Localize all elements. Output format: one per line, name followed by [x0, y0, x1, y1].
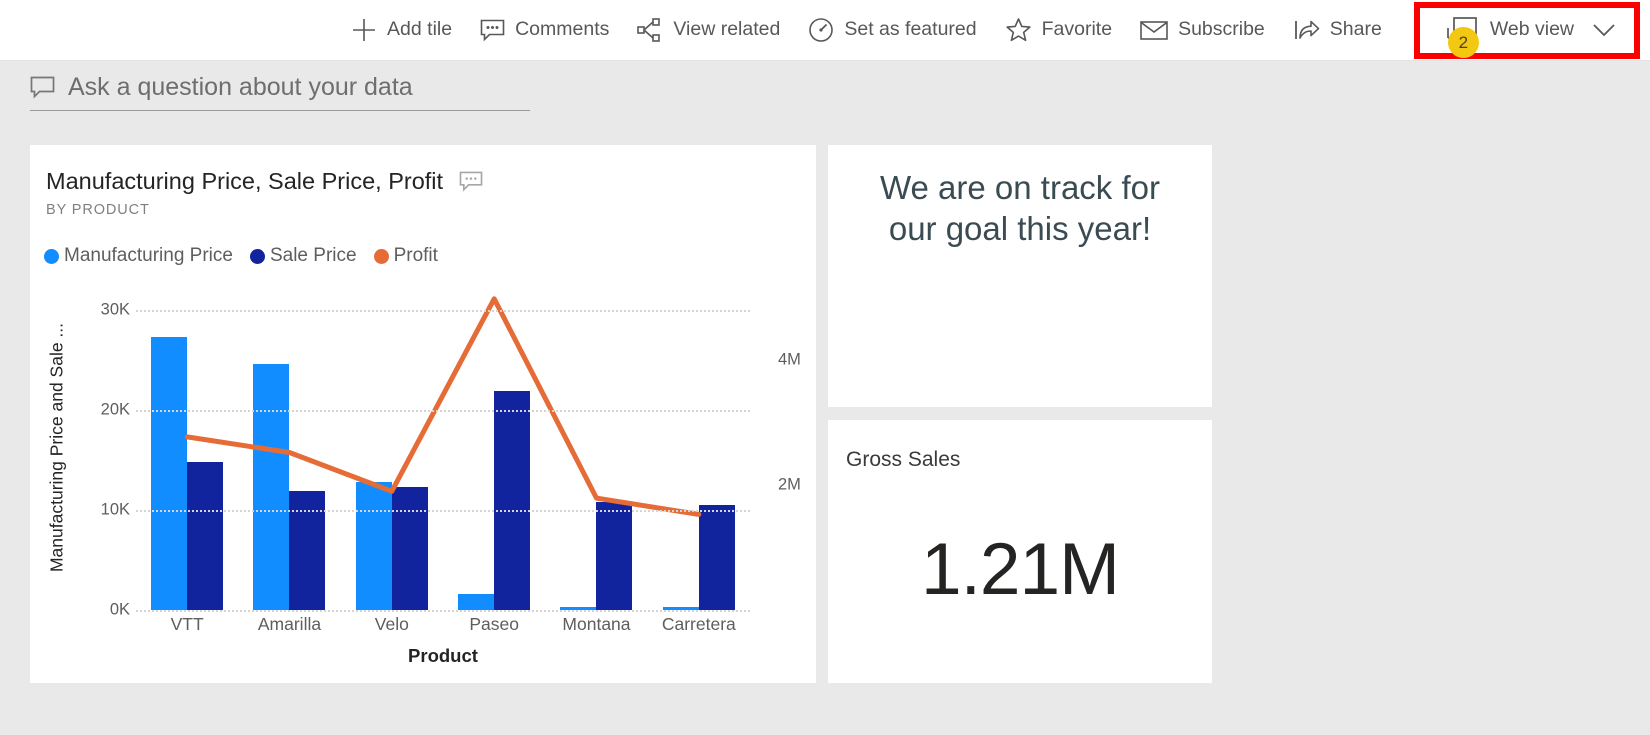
text-tile-body: We are on track for our goal this year!	[828, 167, 1212, 250]
bar-sale-price[interactable]	[596, 502, 633, 610]
kpi-tile-value: 1.21M	[921, 529, 1120, 610]
set-as-featured-label: Set as featured	[844, 18, 977, 41]
gridline	[136, 610, 750, 612]
y-axis-tick: 20K	[100, 400, 130, 419]
bar-sale-price[interactable]	[289, 491, 326, 610]
x-axis-tick-label: VTT	[170, 614, 204, 634]
chart-tile[interactable]: Manufacturing Price, Sale Price, Profit …	[30, 145, 816, 683]
gridline	[136, 510, 750, 512]
share-nodes-icon	[637, 18, 663, 42]
y-axis-tick: 30K	[100, 300, 130, 319]
kpi-tile[interactable]: Gross Sales 1.21M	[828, 420, 1212, 683]
bar-group	[341, 280, 443, 610]
plus-icon	[351, 17, 377, 43]
speech-bubble-icon	[30, 76, 55, 99]
secondary-y-axis-tick: 2M	[778, 475, 801, 494]
bar-sale-price[interactable]	[391, 487, 428, 610]
favorite-label: Favorite	[1041, 18, 1113, 41]
view-related-button[interactable]: View related	[623, 7, 794, 53]
favorite-button[interactable]: Favorite	[991, 7, 1126, 53]
bar-sale-price[interactable]	[494, 391, 531, 610]
share-arrow-icon	[1293, 18, 1320, 42]
subscribe-button[interactable]: Subscribe	[1126, 7, 1279, 53]
legend-label-sale-price: Sale Price	[269, 245, 357, 266]
web-view-badge: 2	[1447, 27, 1479, 58]
view-related-label: View related	[673, 18, 781, 41]
bar-group	[545, 280, 647, 610]
bar-sale-price[interactable]	[187, 462, 224, 610]
legend-item-sale-price[interactable]: Sale Price	[249, 245, 357, 267]
chart-bars	[136, 280, 750, 610]
secondary-y-axis-tick: 4M	[778, 350, 801, 369]
bar-manufacturing-price[interactable]	[151, 337, 188, 610]
comments-label: Comments	[515, 18, 610, 41]
qna-input-wrapper[interactable]: Ask a question about your data	[30, 73, 530, 111]
kpi-tile-title: Gross Sales	[846, 448, 961, 471]
legend-dot-manufacturing-price	[44, 248, 59, 264]
bar-manufacturing-price[interactable]	[458, 594, 495, 610]
bar-sale-price[interactable]	[698, 505, 735, 610]
comments-button[interactable]: Comments	[466, 7, 623, 53]
chart-tile-subtitle: BY PRODUCT	[46, 202, 150, 218]
bar-manufacturing-price[interactable]	[253, 364, 290, 610]
text-tile-line-2: our goal this year!	[888, 210, 1152, 248]
x-axis-tick-label: Velo	[374, 614, 409, 634]
secondary-y-axis-ticks: 2M 4M	[748, 280, 810, 610]
x-axis-tick-label: Amarilla	[257, 614, 322, 634]
x-axis-tick-label: Carretera	[661, 614, 736, 634]
chart-legend: Manufacturing Price Sale Price Profit	[44, 245, 438, 267]
chart-plot-area: Manufacturing Price and Sale ... 0K 10K 20…	[30, 280, 816, 683]
web-view-label: Web view	[1489, 18, 1574, 41]
web-view-icon-group: 2	[1434, 14, 1480, 58]
web-view-highlight-box: 2 Web view	[1413, 1, 1640, 59]
chart-title-row: Manufacturing Price, Sale Price, Profit	[46, 168, 483, 194]
chart-tile-title: Manufacturing Price, Sale Price, Profit	[46, 168, 444, 194]
legend-label-profit: Profit	[393, 245, 438, 266]
add-tile-button[interactable]: Add tile	[337, 7, 466, 53]
add-tile-label: Add tile	[387, 18, 453, 41]
x-axis-tick-label: Paseo	[469, 614, 519, 634]
legend-item-manufacturing-price[interactable]: Manufacturing Price	[44, 245, 233, 267]
x-axis-tick-label: Montana	[562, 614, 631, 634]
y-axis-title: Manufacturing Price and Sale ...	[46, 322, 67, 573]
y-axis-tick: 0K	[109, 600, 130, 619]
y-axis-ticks: 0K 10K 20K 30K	[68, 280, 130, 619]
bar-group	[136, 280, 238, 610]
envelope-icon	[1140, 20, 1168, 41]
set-as-featured-button[interactable]: Set as featured	[794, 7, 990, 53]
share-label: Share	[1329, 18, 1382, 41]
chevron-down-icon[interactable]	[1592, 22, 1616, 38]
star-icon	[1005, 17, 1032, 43]
qna-input[interactable]: Ask a question about your data	[68, 73, 413, 102]
comment-icon[interactable]	[459, 171, 483, 193]
bar-manufacturing-price[interactable]	[355, 482, 392, 610]
chart-grid	[136, 280, 750, 612]
qna-bar: Ask a question about your data	[0, 62, 1650, 138]
y-axis-tick: 10K	[100, 500, 130, 519]
x-axis-title: Product	[408, 645, 478, 666]
web-view-button[interactable]: 2 Web view	[1432, 10, 1618, 58]
gridline	[136, 310, 750, 312]
legend-item-profit[interactable]: Profit	[373, 245, 438, 267]
text-tile[interactable]: We are on track for our goal this year!	[828, 145, 1212, 407]
legend-dot-profit	[373, 248, 389, 264]
bar-group	[443, 280, 545, 610]
text-tile-line-1: We are on track for	[879, 169, 1160, 206]
gauge-icon	[808, 17, 834, 43]
bar-group	[238, 280, 340, 610]
gridline	[136, 410, 750, 412]
share-button[interactable]: Share	[1279, 7, 1396, 53]
legend-label-manufacturing-price: Manufacturing Price	[64, 245, 233, 266]
x-axis-tick-labels: VTT Amarilla Velo Paseo Montana Carretera	[136, 614, 750, 635]
bar-group	[648, 280, 750, 610]
comment-icon	[480, 19, 505, 42]
subscribe-label: Subscribe	[1178, 18, 1265, 41]
top-toolbar: Add tile Comments View related Set as fe…	[0, 0, 1650, 61]
legend-dot-sale-price	[249, 248, 265, 264]
